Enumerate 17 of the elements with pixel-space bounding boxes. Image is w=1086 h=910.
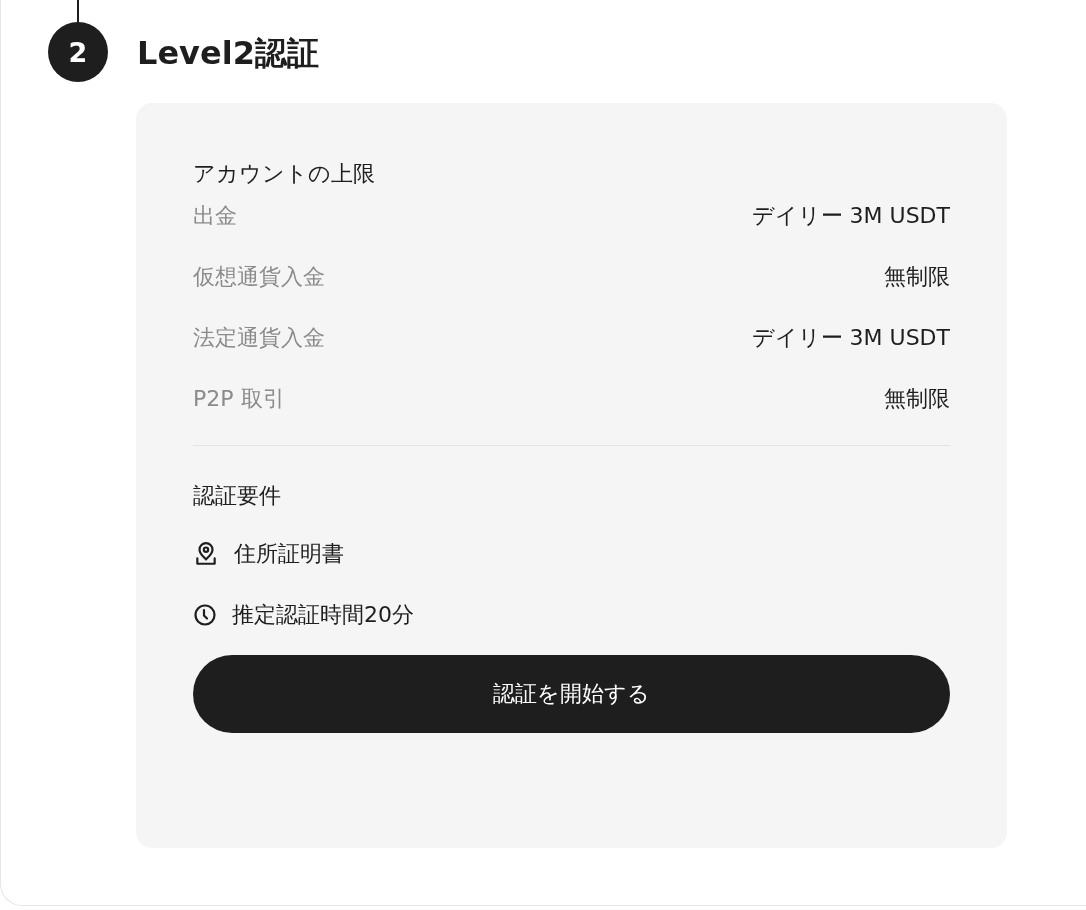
location-pin-icon xyxy=(193,540,219,567)
requirement-text: 住所証明書 xyxy=(234,539,344,568)
start-verification-button[interactable]: 認証を開始する xyxy=(193,655,950,733)
limit-label: 法定通貨入金 xyxy=(193,324,325,352)
limit-label: 出金 xyxy=(193,202,237,230)
limit-label: P2P 取引 xyxy=(193,385,285,413)
requirement-text: 推定認証時間20分 xyxy=(232,600,414,629)
step-title: Level2認証 xyxy=(137,33,319,72)
limit-value: デイリー 3M USDT xyxy=(751,202,950,230)
clock-icon xyxy=(193,602,217,627)
limit-label: 仮想通貨入金 xyxy=(193,263,325,291)
section-heading: アカウントの上限 xyxy=(193,160,376,188)
limit-value: 無制限 xyxy=(884,263,950,291)
limit-value: デイリー 3M USDT xyxy=(751,324,950,352)
limit-value: 無制限 xyxy=(884,385,950,413)
step-number: 2 xyxy=(48,22,108,82)
section-heading: 認証要件 xyxy=(193,482,282,510)
